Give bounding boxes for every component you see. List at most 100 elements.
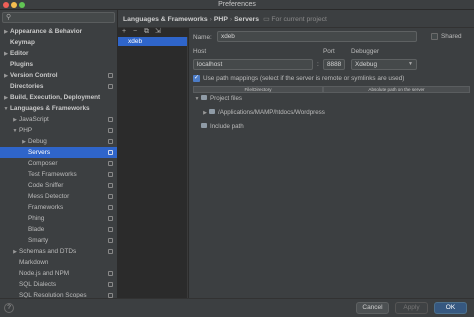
sidebar-item[interactable]: Smarty — [0, 235, 117, 246]
breadcrumb-php: PHP — [213, 16, 228, 23]
server-list-item[interactable]: xdeb — [118, 37, 187, 46]
import-server-button[interactable]: ⇲ — [155, 28, 161, 36]
sidebar-item-label: Node.js and NPM — [19, 270, 70, 277]
project-level-icon — [108, 205, 113, 210]
sidebar-item-label: Schemas and DTDs — [19, 248, 77, 255]
search-icon: ⚲ — [6, 14, 12, 21]
sidebar-item-label: Mess Detector — [28, 193, 70, 200]
expand-arrow-icon[interactable]: ▶ — [201, 108, 209, 118]
host-field[interactable]: localhost — [193, 59, 313, 70]
sidebar-item-label: Keymap — [10, 39, 35, 46]
server-name-field[interactable]: xdeb — [217, 31, 417, 42]
sidebar-item[interactable]: ▼ Languages & Frameworks — [0, 103, 117, 114]
host-label: Host — [193, 48, 207, 55]
sidebar-item[interactable]: SQL Dialects — [0, 279, 117, 290]
sidebar-item[interactable]: Mess Detector — [0, 191, 117, 202]
project-files-row[interactable]: ▼ Project files — [193, 94, 242, 104]
settings-search-input[interactable]: ⚲ — [2, 12, 115, 23]
project-level-icon — [108, 117, 113, 122]
sidebar-item-label: Languages & Frameworks — [10, 105, 90, 112]
column-header-absolute-path[interactable]: Absolute path on the server — [323, 86, 470, 93]
breadcrumb: Languages & Frameworks › PHP › Servers ▭ For … — [123, 15, 327, 23]
scope-text: For current project — [271, 16, 327, 23]
sidebar-item-label: SQL Dialects — [19, 281, 57, 288]
settings-sidebar: ⚲ ▶ Appearance & Behavior Keymap ▶ Editor Plu… — [0, 10, 118, 298]
port-field[interactable]: 8888 — [323, 59, 345, 70]
sidebar-item[interactable]: ▶ Version Control — [0, 70, 117, 81]
sidebar-item[interactable]: Blade — [0, 224, 117, 235]
column-header-file-directory[interactable]: File/Directory — [193, 86, 323, 93]
sidebar-item-label: PHP — [19, 127, 33, 134]
project-level-icon — [108, 238, 113, 243]
sidebar-item[interactable]: ▶ Schemas and DTDs — [0, 246, 117, 257]
cancel-button[interactable]: Cancel — [356, 302, 389, 314]
project-path-row[interactable]: ▶ /Applications/MAMP/htdocs/Wordpress — [201, 108, 325, 118]
project-level-icon — [108, 172, 113, 177]
sidebar-item[interactable]: ▶ Editor — [0, 48, 117, 59]
sidebar-item[interactable]: Keymap — [0, 37, 117, 48]
include-path-row[interactable]: Include path — [193, 122, 244, 132]
sidebar-item[interactable]: Phing — [0, 213, 117, 224]
project-level-icon — [108, 216, 113, 221]
name-label: Name: — [193, 34, 212, 41]
shared-checkbox[interactable] — [431, 33, 438, 40]
project-level-icon — [108, 227, 113, 232]
sidebar-item[interactable]: Composer — [0, 158, 117, 169]
ok-button[interactable]: OK — [434, 302, 467, 314]
sidebar-item[interactable]: SQL Resolution Scopes — [0, 290, 117, 298]
use-path-mappings-label: Use path mappings (select if the server … — [203, 75, 405, 82]
project-level-icon — [108, 271, 113, 276]
sidebar-item[interactable]: ▶ Appearance & Behavior — [0, 26, 117, 37]
sidebar-item-label: Editor — [10, 50, 29, 57]
sidebar-item[interactable]: ▶ JavaScript — [0, 114, 117, 125]
dialog-footer: ? Cancel Apply OK — [0, 298, 474, 317]
sidebar-item-label: Phing — [28, 215, 45, 222]
help-button[interactable]: ? — [4, 303, 14, 313]
project-level-icon — [108, 73, 113, 78]
sidebar-item[interactable]: ▶ Debug — [0, 136, 117, 147]
settings-tree: ▶ Appearance & Behavior Keymap ▶ Editor Plugi… — [0, 26, 117, 298]
folder-icon — [201, 122, 207, 128]
sidebar-item-label: Build, Execution, Deployment — [10, 94, 101, 101]
scope-label: ▭ For current project — [263, 16, 327, 23]
add-server-button[interactable]: + — [122, 28, 126, 36]
sidebar-item-label: Debug — [28, 138, 47, 145]
use-path-mappings-checkbox[interactable] — [193, 74, 200, 82]
sidebar-item[interactable]: Markdown — [0, 257, 117, 268]
expand-arrow-icon[interactable]: ▼ — [193, 94, 201, 104]
breadcrumb-separator: › — [229, 16, 233, 23]
sidebar-item[interactable]: Frameworks — [0, 202, 117, 213]
server-list: xdeb — [118, 37, 188, 298]
breadcrumb-servers: Servers — [234, 16, 260, 23]
server-toolbar: + − ⧉ ⇲ — [118, 28, 188, 37]
apply-button[interactable]: Apply — [395, 302, 428, 314]
sidebar-item[interactable]: Code Sniffer — [0, 180, 117, 191]
sidebar-item[interactable]: Test Frameworks — [0, 169, 117, 180]
sidebar-item-label: Plugins — [10, 61, 34, 68]
debugger-label: Debugger — [351, 48, 380, 55]
copy-server-button[interactable]: ⧉ — [144, 28, 149, 36]
sidebar-item-label: Composer — [28, 160, 58, 167]
sidebar-item-label: Directories — [10, 83, 44, 90]
project-level-icon — [108, 84, 113, 89]
sidebar-item-label: Blade — [28, 226, 45, 233]
sidebar-item[interactable]: Directories — [0, 81, 117, 92]
folder-icon — [209, 108, 215, 114]
sidebar-item-label: Frameworks — [28, 204, 64, 211]
project-path-label: /Applications/MAMP/htdocs/Wordpress — [218, 109, 325, 116]
sidebar-item[interactable]: ▶ Build, Execution, Deployment — [0, 92, 117, 103]
sidebar-item[interactable]: Plugins — [0, 59, 117, 70]
project-level-icon — [108, 183, 113, 188]
remove-server-button[interactable]: − — [133, 28, 137, 36]
sidebar-item[interactable]: Node.js and NPM — [0, 268, 117, 279]
debugger-value: Xdebug — [355, 61, 378, 68]
project-level-icon — [108, 194, 113, 199]
project-level-icon — [108, 249, 113, 254]
sidebar-item[interactable]: Servers — [0, 147, 117, 158]
folder-icon — [201, 94, 207, 100]
server-config-form: Name: xdeb Shared Host Port Debugger loc… — [189, 28, 474, 298]
sidebar-item-label: Code Sniffer — [28, 182, 64, 189]
sidebar-item[interactable]: ▼ PHP — [0, 125, 117, 136]
breadcrumb-languages: Languages & Frameworks — [123, 16, 208, 23]
debugger-select[interactable]: Xdebug ▼ — [351, 59, 417, 70]
